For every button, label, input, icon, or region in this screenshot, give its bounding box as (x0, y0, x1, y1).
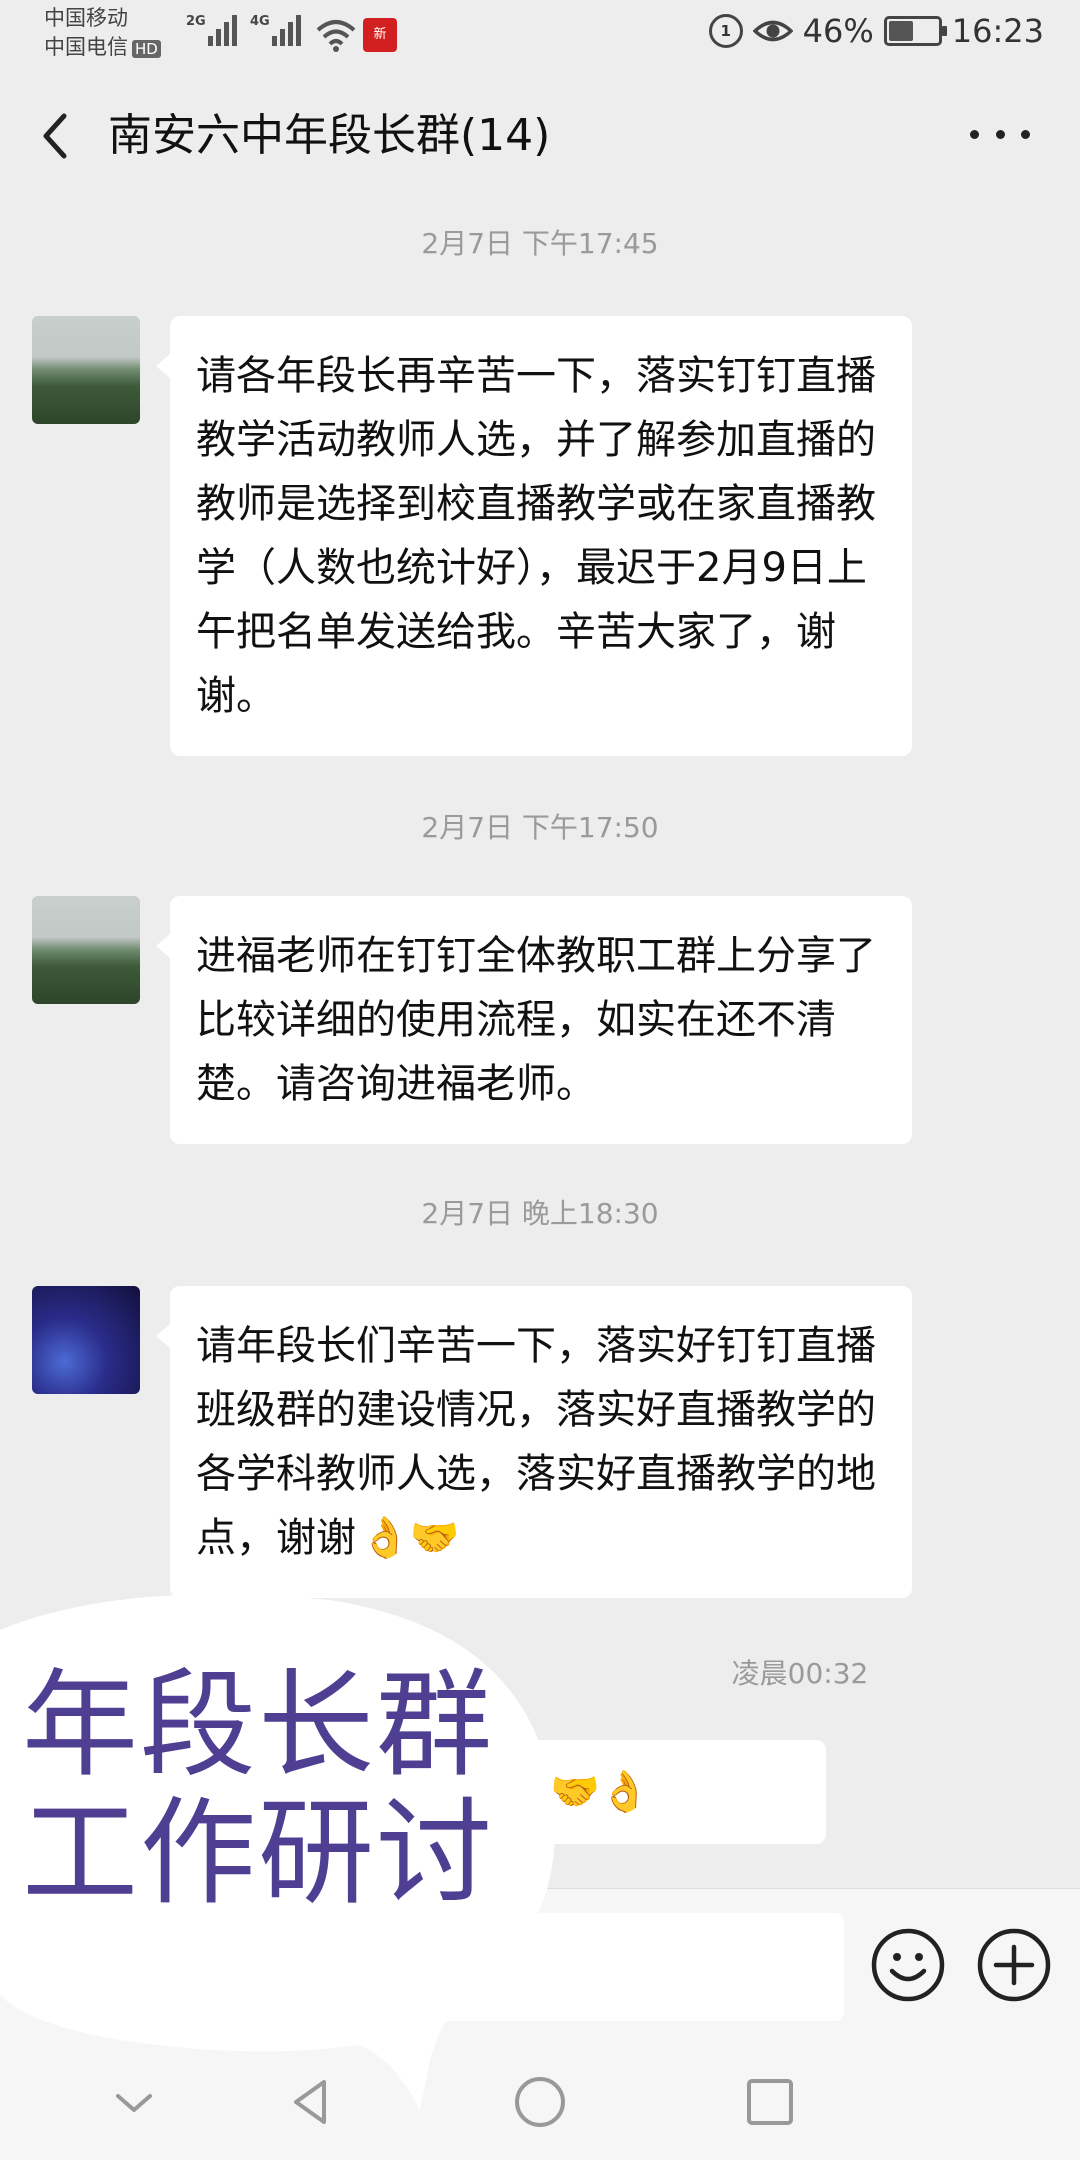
signal-2g: 2G (186, 14, 237, 46)
hd-badge: HD (132, 40, 161, 58)
signal-bars-icon (207, 14, 237, 46)
carrier-2: 中国电信 (44, 35, 128, 59)
overlay-line-2: 工作研讨 (22, 1786, 494, 1921)
carrier-1: 中国移动 (44, 6, 128, 30)
avatar[interactable] (32, 316, 140, 424)
message-bubble[interactable]: 请各年段长再辛苦一下，落实钉钉直播教学活动教师人选，并了解参加直播的教师是选择到… (156, 316, 912, 756)
wifi-icon (316, 20, 356, 52)
message-timestamp: 2月7日 下午17:50 (421, 811, 659, 844)
more-icon[interactable] (970, 122, 1030, 146)
signal-4g: 4G (250, 14, 301, 46)
message-timestamp: 2月7日 晚上18:30 (421, 1197, 659, 1230)
square-recent-icon[interactable] (740, 2072, 800, 2132)
chat-header: 南安六中年段长群(14) (0, 66, 1080, 208)
message-text: 请各年段长再辛苦一下，落实钉钉直播教学活动教师人选，并了解参加直播的教师是选择到… (196, 353, 876, 719)
battery-icon (883, 16, 947, 46)
clock: 16:23 (951, 12, 1044, 50)
message-text: 请年段长们辛苦一下，落实好钉钉直播班级群的建设情况，落实好直播教学的各学科教师人… (196, 1323, 876, 1561)
chat-title: 南安六中年段长群(14) (108, 110, 551, 161)
battery-percent: 46% (802, 12, 874, 50)
message-text: 进福老师在钉钉全体教职工群上分享了比较详细的使用流程，如实在还不清楚。请咨询进福… (196, 933, 876, 1107)
avatar[interactable] (32, 896, 140, 1004)
net-label-1: 2G (186, 14, 206, 29)
emoji-hands-icon: 🤝👌 (550, 1769, 650, 1815)
carrier-info: 中国移动 中国电信 HD (44, 4, 161, 62)
notification-ring-icon: 1 (708, 14, 743, 48)
net-label-2: 4G (250, 14, 270, 29)
message-bubble[interactable]: 请年段长们辛苦一下，落实好钉钉直播班级群的建设情况，落实好直播教学的各学科教师人… (156, 1286, 912, 1598)
news-app-icon: 新 (363, 18, 397, 52)
overlay-line-1: 年段长群 (22, 1658, 494, 1793)
message-bubble[interactable]: 进福老师在钉钉全体教职工群上分享了比较详细的使用流程，如实在还不清楚。请咨询进福… (156, 896, 912, 1144)
avatar[interactable] (32, 1286, 140, 1394)
eye-icon (752, 20, 793, 42)
signal-bars-icon (271, 14, 301, 46)
status-bar: 中国移动 中国电信 HD 2G 4G 新 1 46% 16:23 (0, 0, 1080, 66)
emoji-hands-icon: 👌🤝 (360, 1515, 460, 1561)
overlay-caption: 年段长群 工作研讨 (22, 1662, 542, 1918)
battery-fill (888, 21, 913, 41)
plus-icon[interactable] (976, 1927, 1052, 2003)
message-timestamp: 2月7日 下午17:45 (421, 227, 659, 260)
back-arrow-icon[interactable] (30, 106, 80, 166)
emoji-icon[interactable] (870, 1927, 946, 2003)
